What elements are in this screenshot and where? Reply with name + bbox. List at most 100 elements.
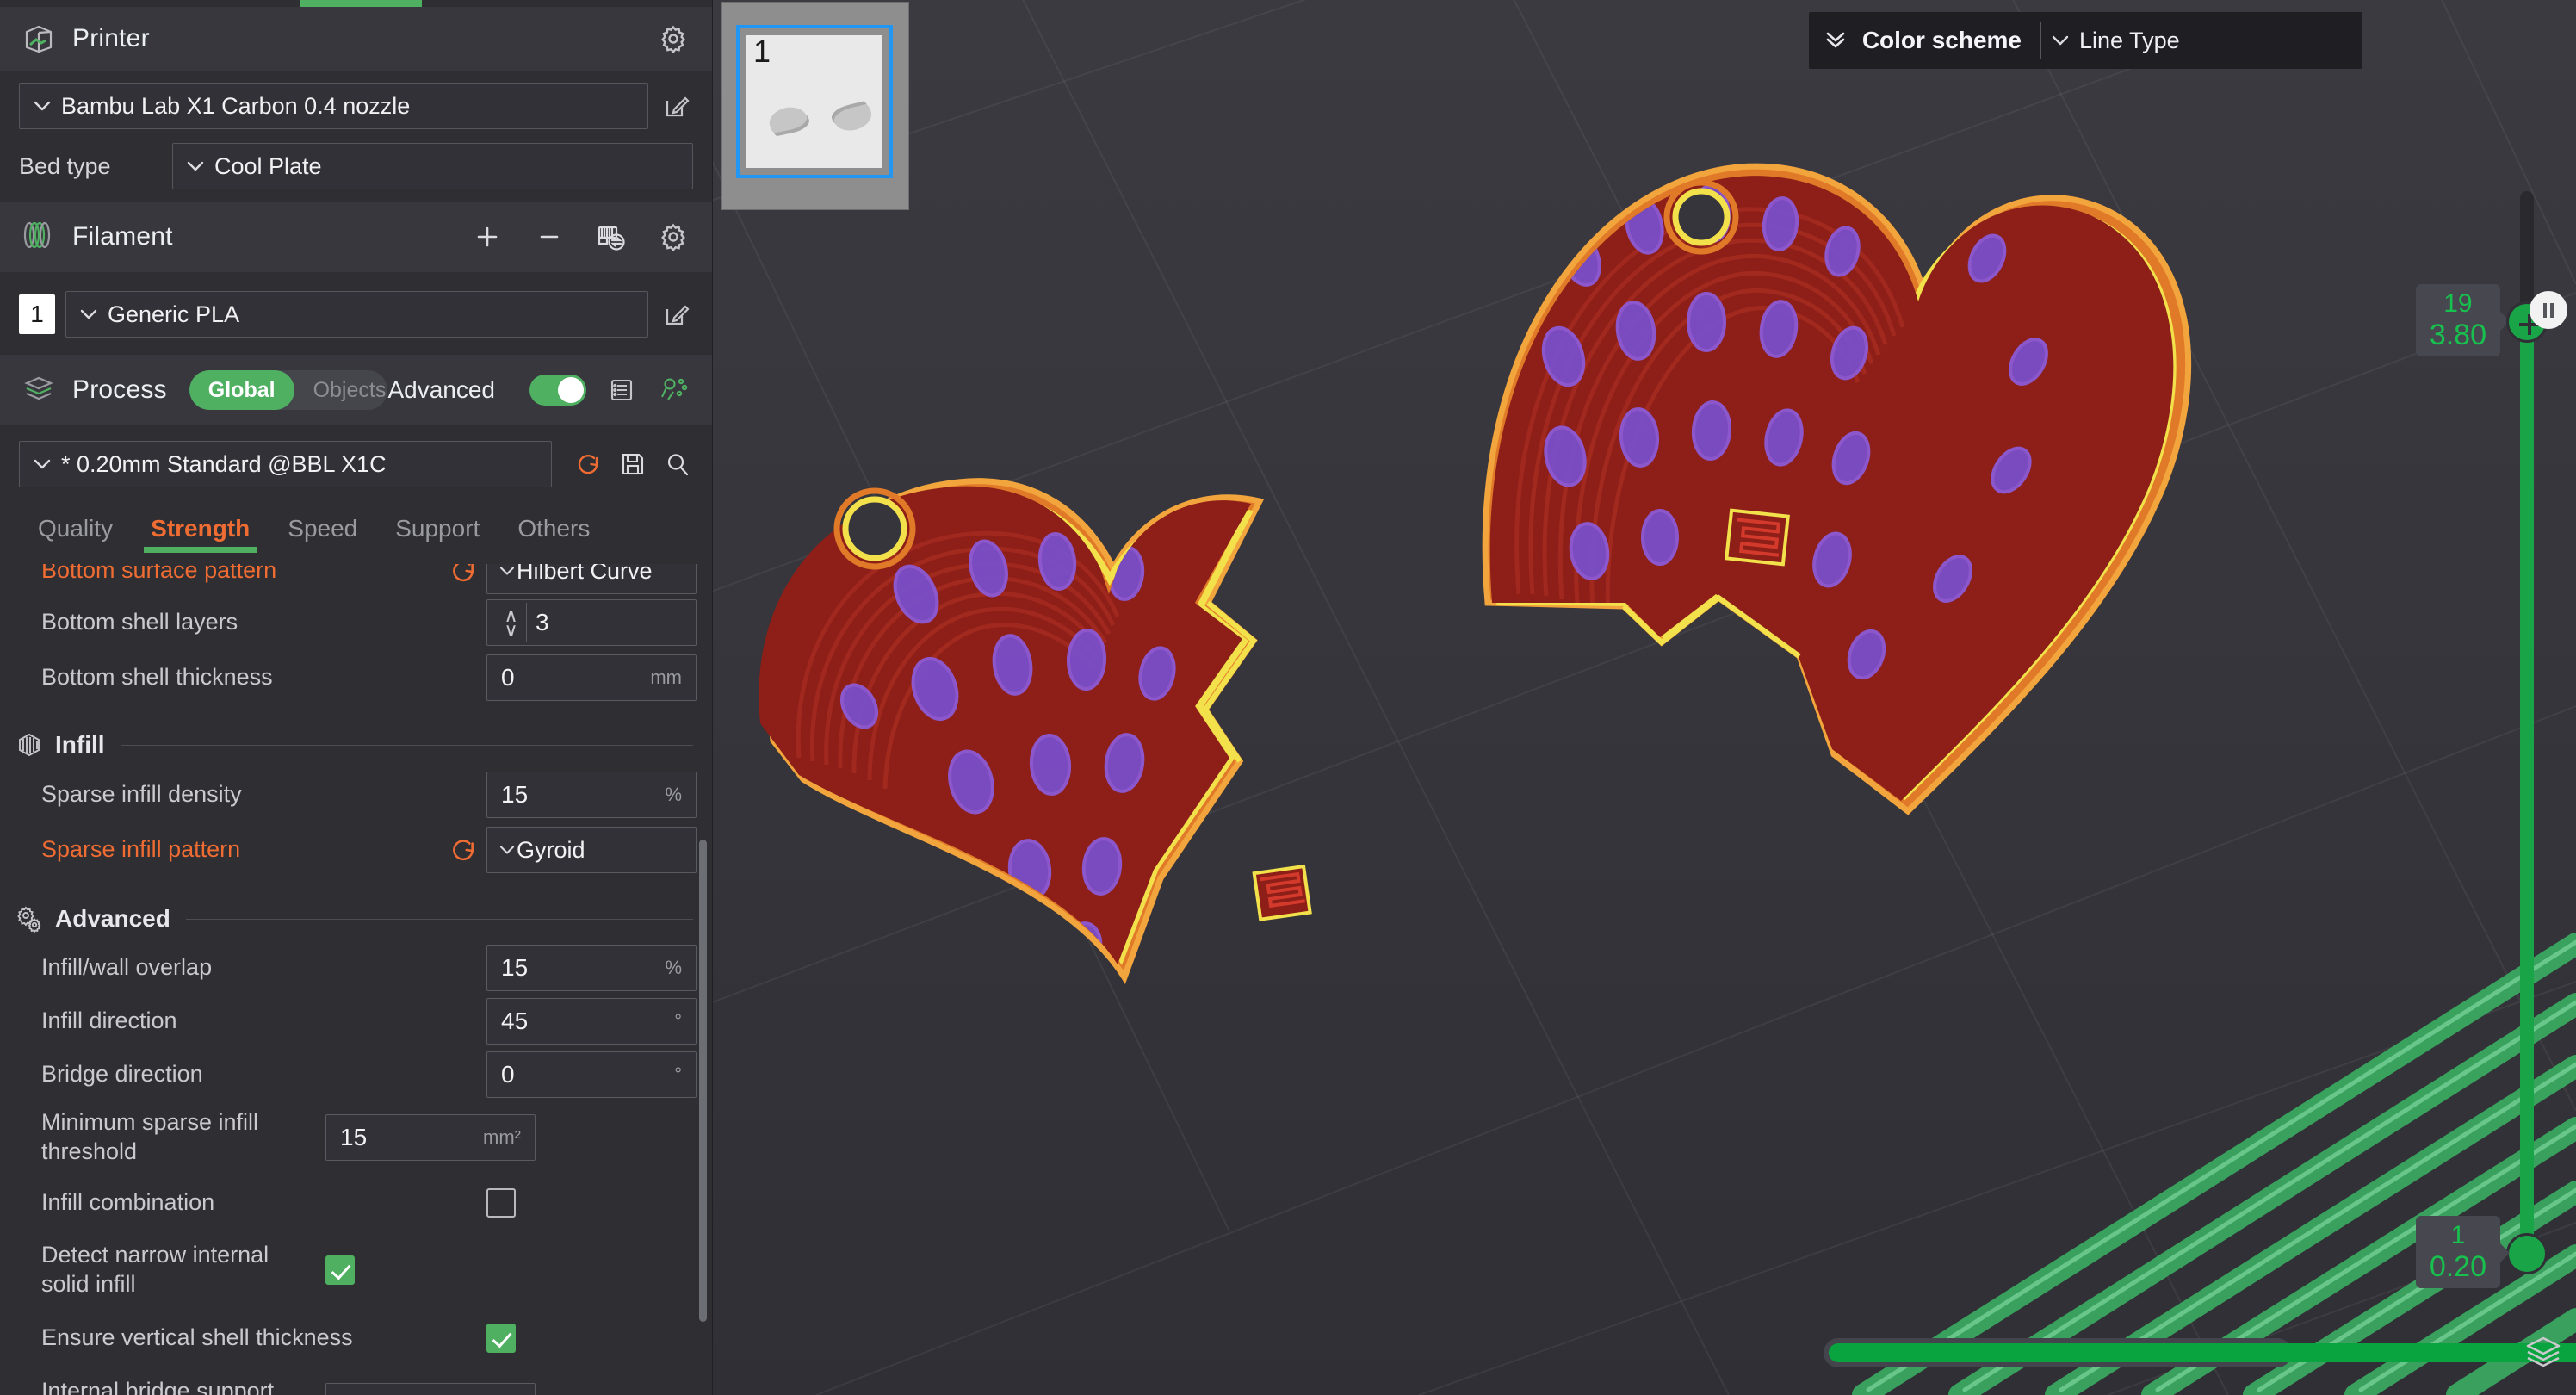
chevron-down-icon (498, 565, 517, 577)
option-unit-bottom-shell-thickness: mm (650, 666, 682, 688)
process-scope-toggle[interactable]: Global Objects (189, 370, 388, 410)
option-value-bottom-shell-thickness: 0 (501, 664, 515, 691)
spinner-buttons[interactable]: ∧ ∨ (501, 603, 527, 642)
option-row-minimum-sparse-infill-threshold: Minimum sparse infill threshold 15 mm² (0, 1101, 712, 1174)
process-scope-objects[interactable]: Objects (294, 370, 388, 410)
add-filament-button[interactable] (471, 220, 504, 253)
filament-section-body: 1 Generic PLA (0, 272, 712, 355)
settings-scrollbar[interactable] (699, 840, 707, 1322)
color-scheme-panel[interactable]: Color scheme Line Type (1808, 12, 2362, 69)
filament-index-badge[interactable]: 1 (19, 294, 55, 334)
layers-stack-icon[interactable] (2523, 1331, 2564, 1373)
3d-viewport[interactable]: 1 Color scheme Line Type 19 3.80 1 0.20 (713, 0, 2576, 1395)
process-layers-icon (22, 374, 55, 406)
option-unit-infill-direction: ° (674, 1010, 682, 1032)
spinner-down-button[interactable]: ∨ (501, 620, 521, 640)
advanced-mode-toggle[interactable] (529, 375, 586, 406)
layer-slider-lower-handle[interactable] (2506, 1233, 2548, 1274)
plate-thumbnail-border: 1 (736, 25, 893, 178)
process-tabs: Quality Strength Speed Support Others (0, 499, 712, 553)
list-view-icon[interactable] (605, 374, 638, 406)
option-row-internal-bridge-support-thickness: Internal bridge support thickness 0.8 mm (0, 1368, 712, 1395)
printer-preset-select[interactable]: Bambu Lab X1 Carbon 0.4 nozzle (19, 83, 648, 129)
chevron-down-icon (32, 99, 53, 113)
printer-section-body: Bambu Lab X1 Carbon 0.4 nozzle Bed type … (0, 71, 712, 202)
option-label-infill-combination: Infill combination (41, 1189, 215, 1216)
process-scope-global[interactable]: Global (189, 370, 294, 410)
color-scheme-select[interactable]: Line Type (2040, 22, 2350, 59)
compare-presets-icon[interactable] (657, 374, 690, 406)
filament-preset-select[interactable]: Generic PLA (65, 291, 648, 338)
option-input-sparse-infill-pattern[interactable]: Gyroid (486, 827, 697, 873)
plate-thumbnail[interactable]: 1 (721, 2, 909, 210)
option-input-infill-direction[interactable]: 45 ° (486, 998, 697, 1045)
option-input-sparse-infill-density[interactable]: 15 % (486, 772, 697, 818)
option-checkbox-ensure-vertical-shell-thickness[interactable] (486, 1324, 516, 1353)
search-settings-button[interactable] (662, 448, 693, 480)
filament-settings-button[interactable] (657, 220, 690, 253)
option-value-minimum-sparse-infill-threshold: 15 (340, 1124, 368, 1150)
printer-icon (22, 22, 55, 55)
settings-list[interactable]: Bottom surface pattern Hilbert Curve Bot… (0, 564, 712, 1395)
moves-slider[interactable]: 683 (1824, 1338, 2576, 1367)
option-checkbox-detect-narrow-internal-solid-infill[interactable] (325, 1256, 355, 1285)
layer-height-top: 3.80 (2429, 318, 2486, 351)
option-input-infill-wall-overlap[interactable]: 15 % (486, 945, 697, 991)
chevron-down-icon (2050, 34, 2071, 47)
chevron-down-icon (498, 844, 517, 856)
option-unit-minimum-sparse-infill-threshold: mm² (483, 1126, 521, 1148)
option-label-bottom-surface-pattern: Bottom surface pattern (41, 564, 277, 584)
process-section-label: Process (72, 375, 167, 404)
edit-printer-preset-button[interactable] (660, 90, 693, 122)
edit-filament-preset-button[interactable] (660, 298, 693, 331)
layer-slider-bottom-tooltip: 1 0.20 (2415, 1216, 2511, 1288)
option-unit-bridge-direction: ° (674, 1063, 682, 1085)
chevron-double-down-icon[interactable] (1823, 28, 1848, 54)
option-input-bottom-shell-thickness[interactable]: 0 mm (486, 654, 697, 701)
option-row-detect-narrow-internal-solid-infill: Detect narrow internal solid infill (0, 1232, 712, 1308)
option-row-bottom-surface-pattern: Bottom surface pattern Hilbert Curve (0, 564, 712, 595)
option-input-minimum-sparse-infill-threshold[interactable]: 15 mm² (325, 1114, 536, 1161)
layer-height-bottom: 0.20 (2429, 1249, 2486, 1283)
option-label-infill-direction: Infill direction (41, 1008, 177, 1034)
option-checkbox-infill-combination[interactable] (486, 1188, 516, 1218)
filament-row-1: 1 Generic PLA (0, 291, 712, 338)
sync-ams-button[interactable] (595, 220, 628, 253)
option-row-infill-direction: Infill direction 45 ° (0, 995, 712, 1048)
filament-spool-icon (22, 220, 55, 253)
process-section-body: * 0.20mm Standard @BBL X1C Quality Stren… (0, 425, 712, 553)
tab-others[interactable]: Others (498, 515, 609, 553)
option-input-bridge-direction[interactable]: 0 ° (486, 1051, 697, 1098)
option-input-bottom-surface-pattern[interactable]: Hilbert Curve (486, 564, 697, 594)
option-label-sparse-infill-pattern: Sparse infill pattern (41, 836, 241, 863)
solid-infill-patch (1252, 864, 1312, 921)
bed-type-select[interactable]: Cool Plate (172, 143, 693, 189)
bed-type-row: Bed type Cool Plate (0, 143, 712, 189)
layer-slider[interactable]: 19 3.80 1 0.20 (2415, 191, 2548, 1288)
tab-strength[interactable]: Strength (132, 515, 269, 553)
advanced-mode-label: Advanced (387, 376, 495, 403)
pause-bar-right (2550, 302, 2554, 318)
tab-speed[interactable]: Speed (269, 515, 376, 553)
process-preset-select[interactable]: * 0.20mm Standard @BBL X1C (19, 441, 553, 487)
revert-arrow-icon[interactable] (449, 564, 478, 586)
tab-support[interactable]: Support (376, 515, 498, 553)
option-value-sparse-infill-pattern: Gyroid (517, 836, 585, 863)
layer-number-bottom: 1 (2450, 1221, 2466, 1250)
save-preset-button[interactable] (617, 448, 648, 480)
chevron-down-icon (185, 159, 206, 173)
group-header-infill: Infill (0, 717, 712, 767)
reset-preset-button[interactable] (573, 448, 604, 480)
remove-filament-button[interactable] (533, 220, 566, 253)
solid-infill-patch-2 (1725, 508, 1790, 567)
color-scheme-value: Line Type (2079, 27, 2180, 53)
printer-settings-button[interactable] (657, 22, 690, 55)
tab-quality[interactable]: Quality (19, 515, 132, 553)
option-input-bottom-shell-layers[interactable]: ∧ ∨ 3 (486, 599, 697, 646)
bed-type-value: Cool Plate (214, 152, 322, 179)
option-label-detect-narrow-internal-solid-infill: Detect narrow internal solid infill (41, 1242, 269, 1297)
layer-slider-top-tooltip: 19 3.80 (2415, 284, 2511, 356)
revert-arrow-icon[interactable] (449, 835, 478, 865)
pause-icon[interactable] (2530, 291, 2567, 329)
option-input-internal-bridge-support-thickness[interactable]: 0.8 mm (325, 1383, 536, 1395)
